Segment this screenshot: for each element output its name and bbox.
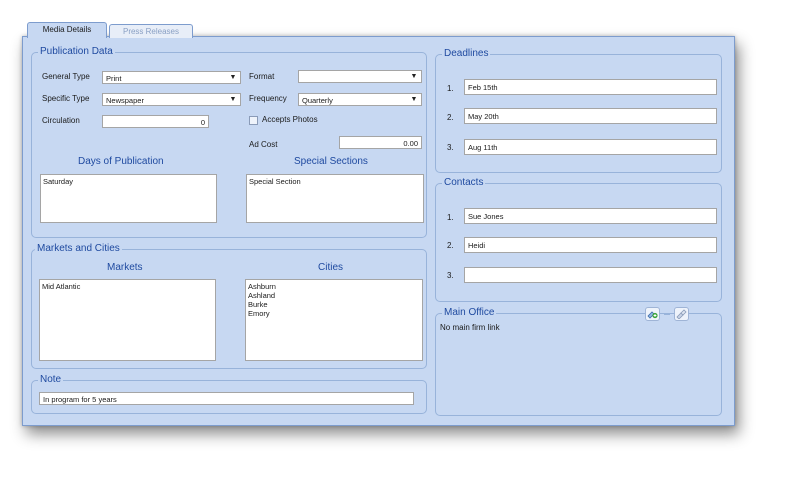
deadline-input-3[interactable]: Aug 11th bbox=[464, 139, 717, 155]
chevron-down-icon[interactable]: ▼ bbox=[409, 71, 419, 82]
add-link-icon[interactable] bbox=[645, 307, 660, 321]
list-item[interactable]: Saturday bbox=[43, 177, 214, 186]
note-group: Note In program for 5 years bbox=[31, 374, 427, 414]
specific-type-label: Specific Type bbox=[42, 94, 90, 103]
markets-list[interactable]: Mid Atlantic bbox=[39, 279, 216, 361]
ad-cost-label: Ad Cost bbox=[249, 140, 278, 149]
deadline-input-1[interactable]: Feb 15th bbox=[464, 79, 717, 95]
list-item[interactable]: Special Section bbox=[249, 177, 421, 186]
contact-input-2[interactable]: Heidi bbox=[464, 237, 717, 253]
list-item[interactable]: Mid Atlantic bbox=[42, 282, 213, 291]
markets-and-cities-legend: Markets and Cities bbox=[35, 243, 122, 255]
markets-heading: Markets bbox=[107, 262, 143, 273]
contact-input-3[interactable] bbox=[464, 267, 717, 283]
add-link-icon-graphic bbox=[647, 311, 658, 319]
chevron-down-icon[interactable]: ▼ bbox=[228, 72, 238, 83]
ad-cost-input[interactable]: 0.00 bbox=[339, 136, 422, 149]
circulation-label: Circulation bbox=[42, 116, 80, 125]
chevron-down-icon[interactable]: ▼ bbox=[228, 94, 238, 105]
deadlines-group: Deadlines 1. Feb 15th 2. May 20th 3. Aug… bbox=[435, 48, 722, 173]
markets-and-cities-group: Markets and Cities Markets Mid Atlantic … bbox=[31, 243, 427, 369]
specific-type-select[interactable]: Newspaper ▼ bbox=[102, 93, 241, 106]
deadline-number: 1. bbox=[447, 84, 454, 93]
remove-link-icon[interactable] bbox=[674, 307, 689, 321]
contact-number: 2. bbox=[447, 241, 454, 250]
special-sections-list[interactable]: Special Section bbox=[246, 174, 424, 223]
frequency-value: Quarterly bbox=[302, 96, 333, 105]
cities-list[interactable]: Ashburn Ashland Burke Emory bbox=[245, 279, 423, 361]
main-office-text: No main firm link bbox=[440, 323, 500, 332]
general-type-select[interactable]: Print ▼ bbox=[102, 71, 241, 84]
general-type-label: General Type bbox=[42, 72, 90, 81]
accepts-photos-label: Accepts Photos bbox=[262, 115, 318, 124]
specific-type-value: Newspaper bbox=[106, 96, 144, 105]
format-label: Format bbox=[249, 72, 275, 81]
special-sections-heading: Special Sections bbox=[294, 156, 368, 167]
main-office-group: Main Office No main firm link bbox=[435, 307, 722, 416]
publication-data-group: Publication Data General Type Print ▼ Sp… bbox=[31, 46, 427, 238]
days-of-publication-list[interactable]: Saturday bbox=[40, 174, 217, 223]
note-input[interactable]: In program for 5 years bbox=[39, 392, 414, 405]
remove-link-icon-graphic bbox=[676, 309, 687, 320]
frequency-label: Frequency bbox=[249, 94, 287, 103]
deadline-input-2[interactable]: May 20th bbox=[464, 108, 717, 124]
contacts-group: Contacts 1. Sue Jones 2. Heidi 3. bbox=[435, 177, 722, 302]
contact-number: 1. bbox=[447, 213, 454, 222]
list-item[interactable]: Burke bbox=[248, 300, 420, 309]
contact-input-1[interactable]: Sue Jones bbox=[464, 208, 717, 224]
chevron-down-icon[interactable]: ▼ bbox=[409, 94, 419, 105]
list-item[interactable]: Ashland bbox=[248, 291, 420, 300]
note-legend: Note bbox=[38, 374, 64, 386]
days-of-publication-heading: Days of Publication bbox=[78, 156, 164, 167]
frequency-select[interactable]: Quarterly ▼ bbox=[298, 93, 422, 106]
list-item[interactable]: Emory bbox=[248, 309, 420, 318]
tab-media-details[interactable]: Media Details bbox=[27, 22, 107, 38]
contact-number: 3. bbox=[447, 271, 454, 280]
publication-data-legend: Publication Data bbox=[38, 46, 115, 58]
contacts-legend: Contacts bbox=[442, 177, 486, 189]
list-item[interactable]: Ashburn bbox=[248, 282, 420, 291]
cities-heading: Cities bbox=[318, 262, 344, 273]
deadlines-legend: Deadlines bbox=[442, 48, 491, 60]
general-type-value: Print bbox=[106, 74, 122, 83]
circulation-input[interactable]: 0 bbox=[102, 115, 209, 128]
divider bbox=[664, 314, 670, 315]
media-details-window: Media Details Press Releases Publication… bbox=[22, 22, 735, 426]
accepts-photos-checkbox[interactable] bbox=[249, 116, 258, 125]
deadline-number: 3. bbox=[447, 143, 454, 152]
main-office-legend: Main Office bbox=[442, 307, 497, 319]
format-select[interactable]: ▼ bbox=[298, 70, 422, 83]
tab-press-releases[interactable]: Press Releases bbox=[109, 24, 193, 38]
deadline-number: 2. bbox=[447, 113, 454, 122]
